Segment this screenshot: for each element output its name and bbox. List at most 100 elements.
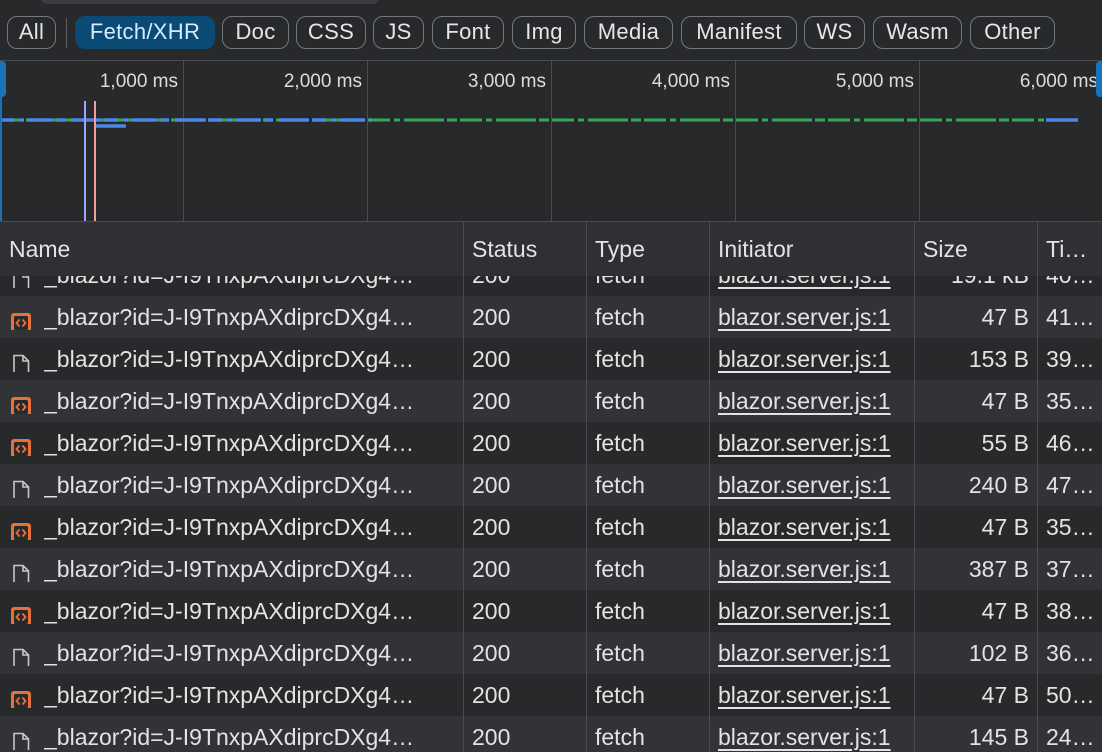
xhr-request-icon bbox=[9, 600, 33, 624]
filter-divider bbox=[66, 18, 67, 48]
request-type: fetch bbox=[595, 472, 645, 498]
table-header: Name Status Type Initiator Size Ti… bbox=[0, 221, 1102, 277]
column-header-size[interactable]: Size bbox=[914, 222, 1037, 276]
request-type: fetch bbox=[595, 598, 645, 624]
request-name: _blazor?id=J-I9TnxpAXdiprcDXg4… bbox=[44, 514, 415, 540]
filter-all-button[interactable]: All bbox=[7, 16, 56, 49]
request-initiator-link[interactable]: blazor.server.js:1 bbox=[718, 632, 912, 674]
column-header-type[interactable]: Type bbox=[586, 222, 709, 276]
filter-media-button[interactable]: Media bbox=[584, 16, 673, 49]
column-header-name[interactable]: Name bbox=[0, 222, 463, 276]
filter-js-button[interactable]: JS bbox=[373, 16, 424, 49]
filter-fetch-xhr-button[interactable]: Fetch/XHR bbox=[75, 16, 215, 49]
request-initiator-link[interactable]: blazor.server.js:1 bbox=[718, 380, 912, 422]
request-initiator-link[interactable]: blazor.server.js:1 bbox=[718, 590, 912, 632]
request-initiator-link[interactable]: blazor.server.js:1 bbox=[718, 422, 912, 464]
request-size: 102 B bbox=[968, 640, 1029, 666]
request-time: 24… bbox=[1046, 724, 1095, 750]
request-name: _blazor?id=J-I9TnxpAXdiprcDXg4… bbox=[44, 472, 415, 498]
table-row[interactable]: _blazor?id=J-I9TnxpAXdiprcDXg4… 200 fetch b… bbox=[0, 632, 1102, 674]
request-time: 46… bbox=[1046, 430, 1095, 456]
column-divider[interactable] bbox=[709, 221, 710, 752]
table-row[interactable]: _blazor?id=J-I9TnxpAXdiprcDXg4… 200 fetch b… bbox=[0, 380, 1102, 422]
request-time: 40… bbox=[1046, 276, 1102, 296]
filter-wasm-button[interactable]: Wasm bbox=[873, 16, 962, 49]
request-initiator-link[interactable]: blazor.server.js:1 bbox=[718, 548, 912, 590]
request-time: 50… bbox=[1046, 682, 1095, 708]
column-header-status[interactable]: Status bbox=[463, 222, 586, 276]
document-request-icon bbox=[9, 474, 33, 498]
request-status: 200 bbox=[472, 430, 511, 456]
xhr-request-icon bbox=[9, 306, 33, 330]
request-size: 55 B bbox=[981, 430, 1029, 456]
table-row[interactable]: _blazor?id=J-I9TnxpAXdiprcDXg4… 200 fetch b… bbox=[0, 716, 1102, 752]
column-divider[interactable] bbox=[586, 221, 587, 752]
timeline-right-drag-handle[interactable] bbox=[1096, 61, 1102, 97]
filter-img-button[interactable]: Img bbox=[512, 16, 576, 49]
column-divider[interactable] bbox=[914, 221, 915, 752]
request-time: 37… bbox=[1046, 556, 1095, 582]
filter-other-button[interactable]: Other bbox=[970, 16, 1055, 49]
column-divider[interactable] bbox=[1037, 221, 1038, 752]
request-size: 47 B bbox=[981, 682, 1029, 708]
request-status: 200 bbox=[472, 556, 511, 582]
request-name: _blazor?id=J-I9TnxpAXdiprcDXg4… bbox=[44, 430, 415, 456]
table-row[interactable]: _blazor?id=J-I9TnxpAXdiprcDXg4… 200 fetch b… bbox=[0, 464, 1102, 506]
filter-doc-button[interactable]: Doc bbox=[222, 16, 289, 49]
request-type: fetch bbox=[595, 430, 645, 456]
request-status: 200 bbox=[472, 346, 511, 372]
column-header-initiator[interactable]: Initiator bbox=[709, 222, 914, 276]
request-initiator-link[interactable]: blazor.server.js:1 bbox=[718, 276, 912, 296]
request-initiator-link[interactable]: blazor.server.js:1 bbox=[718, 716, 912, 752]
request-initiator-link[interactable]: blazor.server.js:1 bbox=[718, 296, 912, 338]
filter-ws-button[interactable]: WS bbox=[804, 16, 865, 49]
request-time: 38… bbox=[1046, 598, 1095, 624]
table-row[interactable]: _blazor?id=J-I9TnxpAXdiprcDXg4… 200 fetch b… bbox=[0, 674, 1102, 716]
request-size: 47 B bbox=[981, 598, 1029, 624]
table-row[interactable]: _blazor?id=J-I9TnxpAXdiprcDXg4… 200 fetch b… bbox=[0, 296, 1102, 338]
request-table: _blazor?id=J-I9TnxpAXdiprcDXg4… 200 fetch b… bbox=[0, 276, 1102, 752]
request-name: _blazor?id=J-I9TnxpAXdiprcDXg4… bbox=[44, 682, 415, 708]
load-marker bbox=[94, 101, 96, 221]
request-name: _blazor?id=J-I9TnxpAXdiprcDXg4… bbox=[44, 640, 415, 666]
document-request-icon bbox=[9, 348, 33, 372]
table-row[interactable]: _blazor?id=J-I9TnxpAXdiprcDXg4… 200 fetch b… bbox=[0, 276, 1102, 296]
request-type: fetch bbox=[595, 514, 645, 540]
xhr-request-icon bbox=[9, 684, 33, 708]
request-initiator-link[interactable]: blazor.server.js:1 bbox=[718, 464, 912, 506]
request-size: 153 B bbox=[968, 346, 1029, 372]
request-time: 36… bbox=[1046, 640, 1095, 666]
filter-font-button[interactable]: Font bbox=[432, 16, 504, 49]
document-request-icon bbox=[9, 726, 33, 750]
request-name: _blazor?id=J-I9TnxpAXdiprcDXg4… bbox=[44, 598, 415, 624]
filter-css-button[interactable]: CSS bbox=[296, 16, 366, 49]
request-type: fetch bbox=[595, 724, 645, 750]
request-type: fetch bbox=[595, 640, 645, 666]
request-initiator-link[interactable]: blazor.server.js:1 bbox=[718, 506, 912, 548]
request-name: _blazor?id=J-I9TnxpAXdiprcDXg4… bbox=[44, 724, 415, 750]
timeline-overview[interactable]: 1,000 ms 2,000 ms 3,000 ms 4,000 ms 5,00… bbox=[0, 60, 1102, 221]
request-status: 200 bbox=[472, 514, 511, 540]
table-row[interactable]: _blazor?id=J-I9TnxpAXdiprcDXg4… 200 fetch b… bbox=[0, 422, 1102, 464]
column-header-time[interactable]: Ti… bbox=[1037, 222, 1102, 276]
timeline-waterfall bbox=[0, 118, 1078, 128]
xhr-request-icon bbox=[9, 390, 33, 414]
request-type: fetch bbox=[595, 682, 645, 708]
request-initiator-link[interactable]: blazor.server.js:1 bbox=[718, 674, 912, 716]
document-request-icon bbox=[9, 642, 33, 666]
request-initiator-link[interactable]: blazor.server.js:1 bbox=[718, 338, 912, 380]
filter-manifest-button[interactable]: Manifest bbox=[681, 16, 797, 49]
table-row[interactable]: _blazor?id=J-I9TnxpAXdiprcDXg4… 200 fetch b… bbox=[0, 590, 1102, 632]
request-type: fetch bbox=[595, 388, 645, 414]
column-divider[interactable] bbox=[463, 221, 464, 752]
request-time: 39… bbox=[1046, 346, 1095, 372]
request-type: fetch bbox=[595, 556, 645, 582]
table-row[interactable]: _blazor?id=J-I9TnxpAXdiprcDXg4… 200 fetch b… bbox=[0, 338, 1102, 380]
request-status: 200 bbox=[472, 304, 511, 330]
filter-input-edge[interactable] bbox=[40, 0, 380, 4]
table-row[interactable]: _blazor?id=J-I9TnxpAXdiprcDXg4… 200 fetch b… bbox=[0, 506, 1102, 548]
request-status: 200 bbox=[472, 276, 572, 296]
timeline-left-drag-handle[interactable] bbox=[0, 61, 6, 97]
table-row[interactable]: _blazor?id=J-I9TnxpAXdiprcDXg4… 200 fetch b… bbox=[0, 548, 1102, 590]
request-name: _blazor?id=J-I9TnxpAXdiprcDXg4… bbox=[44, 346, 415, 372]
